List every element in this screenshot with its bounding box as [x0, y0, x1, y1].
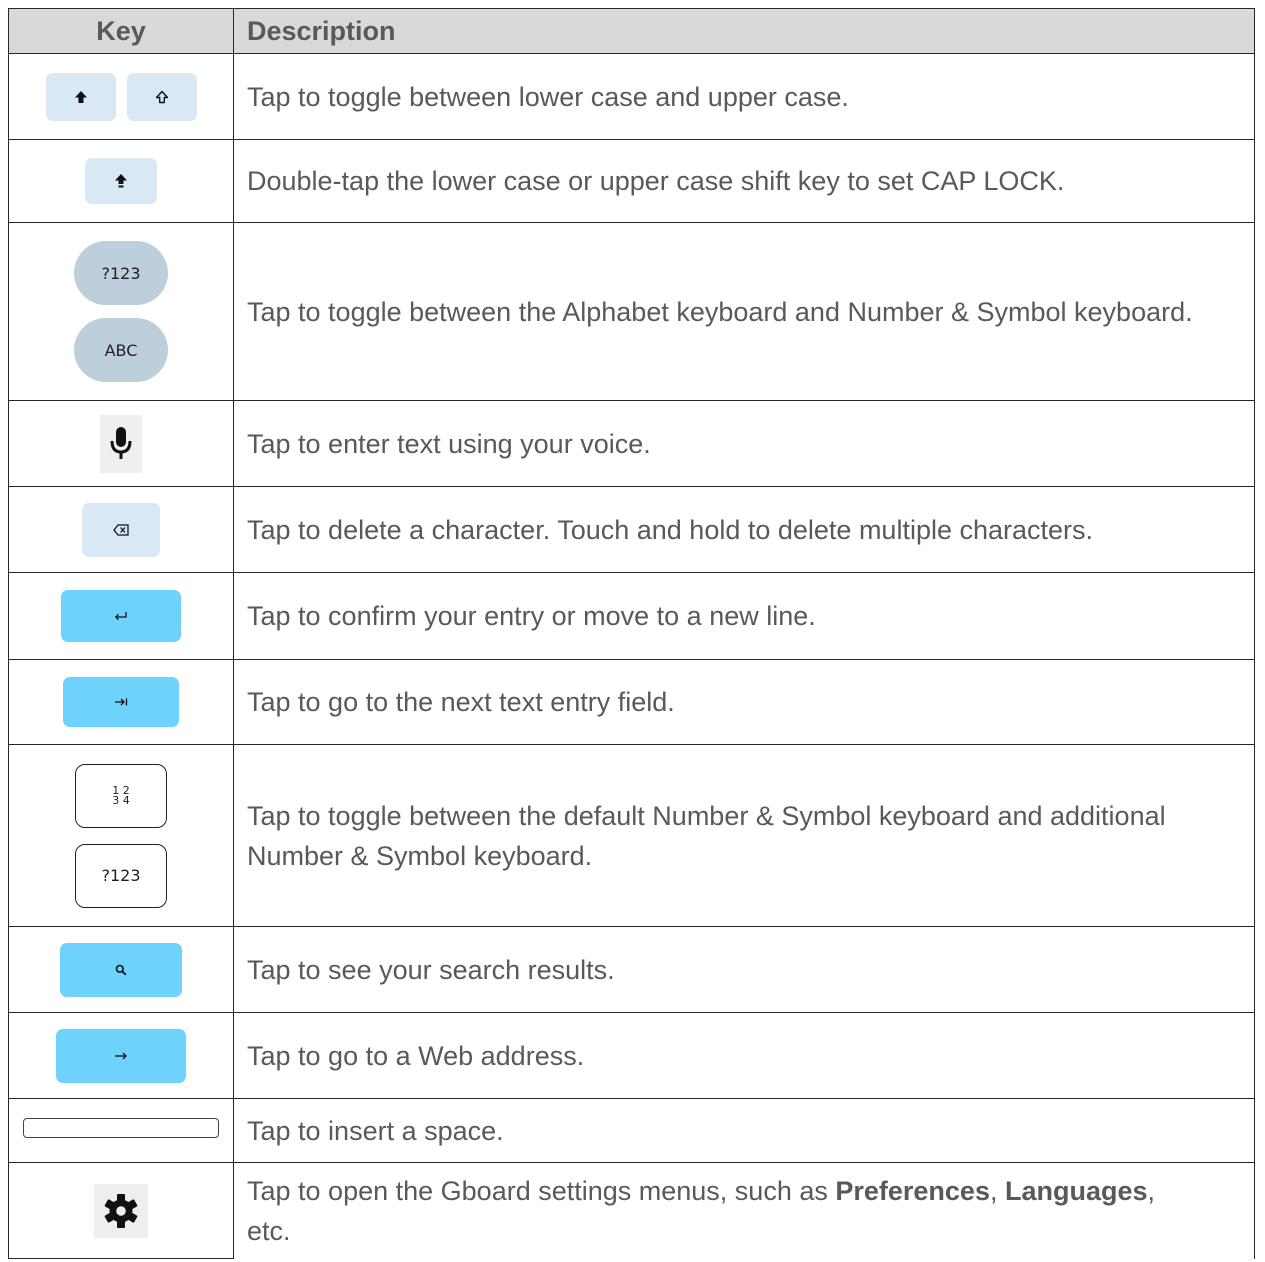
description-cell: Double-tap the lower case or upper case … — [233, 139, 1255, 223]
table-row: Tap to go to the next text entry field. — [8, 659, 1255, 745]
key-cell — [8, 1162, 234, 1259]
key-cell — [8, 572, 234, 660]
number-pad-bottom-label: 3 4 — [112, 793, 130, 807]
description-cell: Tap to insert a space. — [233, 1098, 1255, 1163]
key-column-header: Key — [8, 8, 234, 54]
key-cell — [8, 486, 234, 573]
description-cell: Tap to open the Gboard settings menus, s… — [233, 1162, 1255, 1259]
symbols-key: ?123 — [75, 843, 167, 908]
description-cell: Tap to confirm your entry or move to a n… — [233, 572, 1255, 660]
settings-description-separator: , — [989, 1175, 1005, 1206]
table-header-row: Key Description — [8, 8, 1255, 54]
settings-description-etc: etc. — [247, 1215, 291, 1246]
languages-label: Languages — [1004, 1175, 1148, 1206]
key-cell — [8, 659, 234, 745]
arrow-right-icon — [56, 1028, 186, 1083]
description-cell: Tap to go to the next text entry field. — [233, 659, 1255, 745]
key-cell — [8, 53, 234, 140]
search-icon — [60, 942, 182, 997]
settings-description-text: Tap to open the Gboard settings menus, s… — [247, 1175, 836, 1206]
tab-next-icon — [63, 677, 179, 727]
description-cell: Tap to enter text using your voice. — [233, 400, 1255, 487]
description-cell: Tap to toggle between the default Number… — [233, 744, 1255, 927]
microphone-icon — [100, 414, 142, 473]
key-cell: ?123 ABC — [8, 222, 234, 401]
keyboard-keys-table: Key Description Tap to toggle between lo… — [8, 8, 1255, 1259]
description-cell: Tap to delete a character. Touch and hol… — [233, 486, 1255, 573]
table-row: Double-tap the lower case or upper case … — [8, 139, 1255, 223]
description-cell: Tap to toggle between the Alphabet keybo… — [233, 222, 1255, 401]
key-cell — [8, 400, 234, 487]
key-cell — [8, 1012, 234, 1099]
table-row: Tap to see your search results. — [8, 926, 1255, 1013]
preferences-label: Preferences — [835, 1175, 990, 1206]
description-cell: Tap to go to a Web address. — [233, 1012, 1255, 1099]
table-row: Tap to confirm your entry or move to a n… — [8, 572, 1255, 660]
table-row: Tap to insert a space. — [8, 1098, 1255, 1163]
shift-lowercase-icon — [45, 72, 116, 121]
table-row: Tap to enter text using your voice. — [8, 400, 1255, 487]
table-row: Tap to open the Gboard settings menus, s… — [8, 1162, 1255, 1259]
key-cell: 1 2 3 4 ?123 — [8, 744, 234, 927]
description-column-header: Description — [233, 8, 1255, 54]
alphabet-key: ABC — [74, 318, 168, 382]
table-row: Tap to go to a Web address. — [8, 1012, 1255, 1099]
gear-icon — [94, 1183, 148, 1238]
description-cell: Tap to toggle between lower case and upp… — [233, 53, 1255, 140]
backspace-icon — [82, 502, 160, 557]
table-row: Tap to toggle between lower case and upp… — [8, 53, 1255, 140]
table-row: Tap to delete a character. Touch and hol… — [8, 486, 1255, 573]
space-bar-icon — [23, 1118, 219, 1138]
table-row: 1 2 3 4 ?123 Tap to toggle between the d… — [8, 744, 1255, 927]
number-pad-key: 1 2 3 4 — [75, 763, 167, 828]
caps-lock-icon — [85, 158, 157, 204]
enter-icon — [61, 590, 181, 642]
description-cell: Tap to see your search results. — [233, 926, 1255, 1013]
key-cell — [8, 1098, 234, 1163]
table-row: ?123 ABC Tap to toggle between the Alpha… — [8, 222, 1255, 401]
shift-uppercase-icon — [126, 72, 197, 121]
settings-description-comma: , — [1147, 1175, 1156, 1206]
symbols-key: ?123 — [74, 241, 168, 305]
key-cell — [8, 926, 234, 1013]
key-cell — [8, 139, 234, 223]
